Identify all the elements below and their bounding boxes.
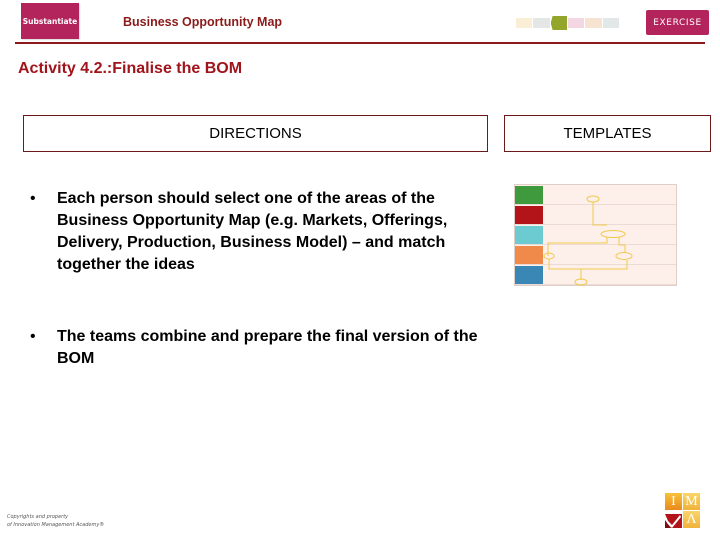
direction-text: Each person should select one of the are… (57, 190, 448, 273)
header-divider (15, 42, 705, 44)
process-step-indicator (516, 16, 620, 30)
directions-list: • Each person should select one of the a… (30, 188, 500, 420)
templates-heading: TEMPLATES (563, 125, 652, 142)
direction-item: • Each person should select one of the a… (30, 188, 500, 276)
bullet-icon: • (30, 190, 36, 207)
templates-heading-box: TEMPLATES (504, 115, 711, 152)
process-step-5 (585, 18, 602, 28)
ima-logo-lambda: Λ (683, 511, 700, 528)
thumbnail-connectors (543, 195, 633, 286)
bullet-icon: • (30, 328, 36, 345)
header-title: Business Opportunity Map (123, 15, 283, 29)
copyright-line: Copyrights and property (7, 514, 69, 520)
connector-path (547, 237, 626, 256)
ima-logo-check-icon (665, 511, 682, 528)
connector-node (586, 195, 600, 203)
directions-heading: DIRECTIONS (209, 125, 302, 142)
ima-logo-i: I (665, 493, 682, 510)
process-step-3-active (550, 16, 567, 30)
directions-heading-box: DIRECTIONS (23, 115, 488, 152)
ima-logo: I M Λ (665, 493, 701, 528)
process-step-4 (567, 18, 585, 28)
direction-item: • The teams combine and prepare the fina… (30, 326, 500, 370)
copyright-line: of Innovation Management Academy® (7, 521, 105, 528)
activity-title: Activity 4.2.:Finalise the BOM (18, 60, 243, 77)
process-step-2 (533, 18, 550, 28)
process-step-1 (516, 18, 533, 28)
connector-node (600, 230, 626, 238)
connector-lines (543, 195, 633, 286)
connector-path (548, 259, 628, 280)
process-step-6 (602, 18, 619, 28)
ima-logo-m: M (683, 493, 700, 510)
direction-text: The teams combine and prepare the final … (57, 328, 478, 367)
bom-template-thumbnail[interactable] (514, 184, 677, 286)
connector-node (615, 252, 633, 260)
exercise-badge: EXERCISE (646, 10, 709, 35)
substantiate-logo: Substantiate (21, 3, 79, 39)
connector-path (592, 202, 607, 226)
copyright-notice: Copyrights and property of Innovation Ma… (7, 514, 104, 529)
connector-node (543, 252, 555, 260)
